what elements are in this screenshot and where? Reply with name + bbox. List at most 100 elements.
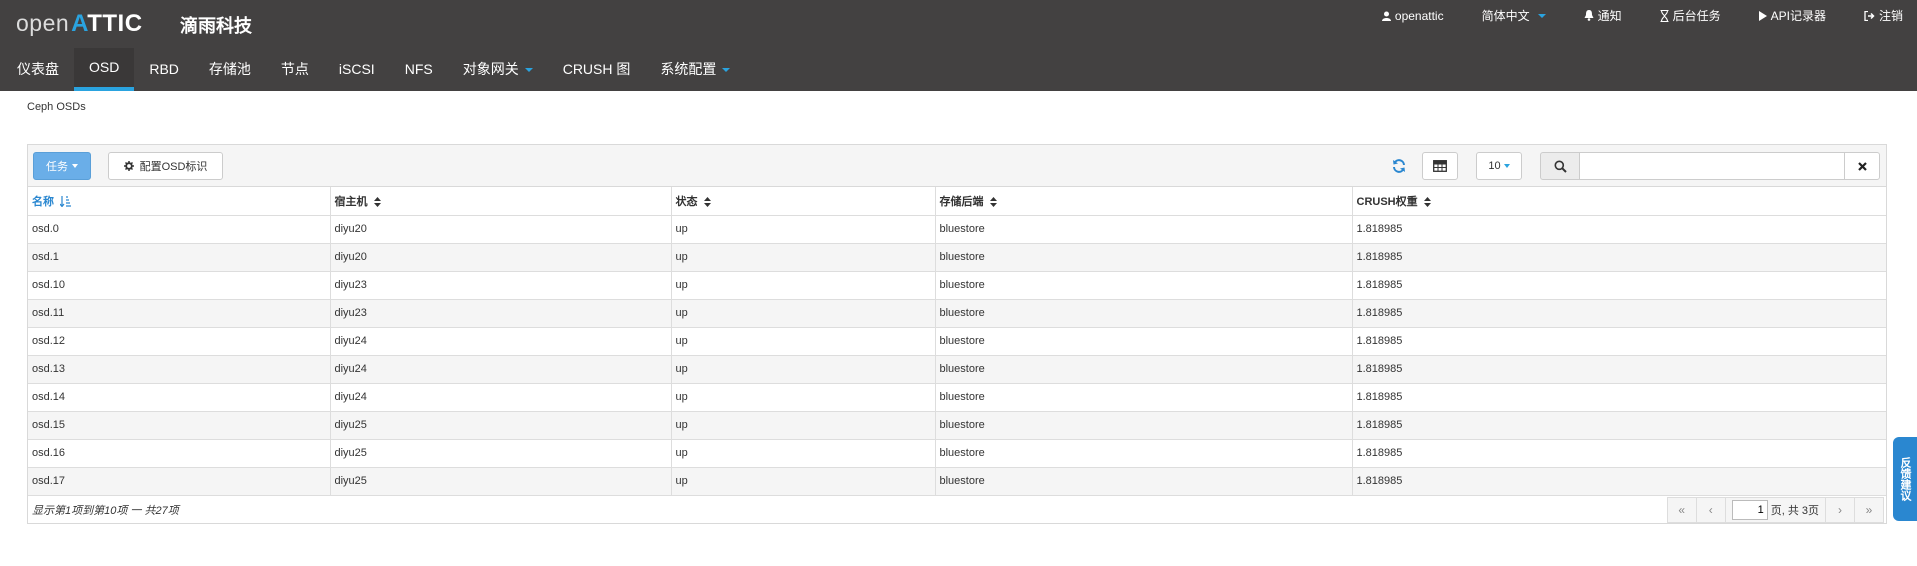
column-header-host[interactable]: 宿主机 (330, 187, 672, 216)
prev-page-button[interactable]: ‹ (1695, 497, 1726, 523)
cell-name: osd.12 (28, 327, 331, 356)
table-row[interactable]: osd.10 diyu23 up bluestore 1.818985 (28, 271, 1886, 300)
cell-status: up (671, 243, 936, 272)
language-label: 简体中文 (1481, 9, 1530, 23)
column-header-name[interactable]: 名称 (28, 187, 331, 216)
page-indicator: 页, 共 3页 (1724, 497, 1826, 523)
cell-crush-weight: 1.818985 (1352, 411, 1886, 440)
cell-host: diyu23 (330, 299, 672, 328)
tab-dashboard[interactable]: 仪表盘 (2, 48, 74, 91)
cell-crush-weight: 1.818985 (1352, 439, 1886, 468)
clear-search-button[interactable] (1844, 152, 1880, 180)
search-addon (1540, 152, 1580, 180)
page-size-dropdown[interactable]: 10 (1476, 152, 1522, 180)
cell-backend: bluestore (935, 355, 1353, 384)
cell-name: osd.13 (28, 355, 331, 384)
column-header-crush-weight[interactable]: CRUSH权重 (1352, 187, 1886, 216)
cell-backend: bluestore (935, 215, 1353, 244)
logout-link[interactable]: 注销 (1864, 7, 1903, 24)
table-row[interactable]: osd.11 diyu23 up bluestore 1.818985 (28, 299, 1886, 328)
cell-status: up (671, 439, 936, 468)
table-header-row: 名称 宿主机 状态 存储后端 CRUSH权重 (28, 187, 1886, 216)
page-number-input[interactable] (1731, 500, 1768, 520)
cell-status: up (671, 327, 936, 356)
header-actions: openattic 简体中文 通知 后台任务 API记录器 注销 (1344, 7, 1903, 24)
background-tasks-label: 后台任务 (1672, 9, 1721, 23)
openattic-logo[interactable]: open ATTIC (16, 10, 143, 38)
chevron-down-icon (1537, 13, 1546, 18)
column-toggle-button[interactable] (1422, 152, 1458, 180)
sign-out-icon (1864, 10, 1875, 21)
search-input[interactable] (1579, 152, 1845, 180)
breadcrumb: Ceph OSDs (27, 101, 86, 113)
table-row[interactable]: osd.14 diyu24 up bluestore 1.818985 (28, 383, 1886, 412)
chevron-down-icon (722, 67, 731, 72)
cell-name: osd.10 (28, 271, 331, 300)
gear-icon (123, 161, 134, 171)
bell-icon (1584, 10, 1594, 21)
tab-nfs[interactable]: NFS (390, 48, 448, 91)
tab-crush-map[interactable]: CRUSH 图 (548, 48, 646, 91)
cell-name: osd.11 (28, 299, 331, 328)
tab-iscsi[interactable]: iSCSI (324, 48, 390, 91)
refresh-button[interactable] (1387, 154, 1411, 178)
cell-status: up (671, 467, 936, 496)
cell-backend: bluestore (935, 467, 1353, 496)
last-page-button[interactable]: » (1854, 497, 1884, 523)
table-row[interactable]: osd.0 diyu20 up bluestore 1.818985 (28, 215, 1886, 244)
tab-rbd[interactable]: RBD (134, 48, 194, 91)
feedback-label: 反馈建议 (1899, 457, 1911, 501)
table-row[interactable]: osd.15 diyu25 up bluestore 1.818985 (28, 411, 1886, 440)
cell-status: up (671, 271, 936, 300)
tab-pools[interactable]: 存储池 (194, 48, 266, 91)
column-header-backend[interactable]: 存储后端 (935, 187, 1353, 216)
cell-crush-weight: 1.818985 (1352, 271, 1886, 300)
cell-name: osd.16 (28, 439, 331, 468)
user-menu[interactable]: openattic (1381, 7, 1444, 24)
cell-name: osd.15 (28, 411, 331, 440)
next-page-button[interactable]: › (1825, 497, 1855, 523)
column-header-status[interactable]: 状态 (671, 187, 936, 216)
tasks-dropdown-button[interactable]: 任务 (33, 152, 91, 180)
double-chevron-left-icon: « (1678, 503, 1686, 517)
tab-nodes[interactable]: 节点 (266, 48, 324, 91)
table-row[interactable]: osd.1 diyu20 up bluestore 1.818985 (28, 243, 1886, 272)
tab-osd[interactable]: OSD (74, 48, 135, 91)
top-header: open ATTIC 滴雨科技 openattic 简体中文 通知 后台任务 A… (0, 0, 1917, 48)
notifications-link[interactable]: 通知 (1584, 7, 1622, 24)
cell-backend: bluestore (935, 271, 1353, 300)
sort-icon (989, 196, 997, 207)
feedback-tab[interactable]: 反馈建议 (1893, 437, 1917, 521)
configure-osd-flags-button[interactable]: 配置OSD标识 (108, 152, 223, 180)
cell-host: diyu24 (330, 355, 672, 384)
cell-crush-weight: 1.818985 (1352, 383, 1886, 412)
cell-name: osd.14 (28, 383, 331, 412)
table-row[interactable]: osd.16 diyu25 up bluestore 1.818985 (28, 439, 1886, 468)
tab-object-gateway[interactable]: 对象网关 (448, 48, 548, 91)
cell-backend: bluestore (935, 243, 1353, 272)
table-row[interactable]: osd.17 diyu25 up bluestore 1.818985 (28, 467, 1886, 496)
api-recorder-link[interactable]: API记录器 (1758, 7, 1826, 24)
background-tasks-link[interactable]: 后台任务 (1660, 7, 1721, 24)
notifications-label: 通知 (1597, 9, 1622, 23)
chevron-right-icon: › (1838, 503, 1842, 517)
chevron-down-icon (72, 164, 78, 168)
sort-icon (1423, 196, 1431, 207)
table-row[interactable]: osd.12 diyu24 up bluestore 1.818985 (28, 327, 1886, 356)
cell-host: diyu24 (330, 327, 672, 356)
tab-system[interactable]: 系统配置 (645, 48, 745, 91)
cell-backend: bluestore (935, 299, 1353, 328)
cell-crush-weight: 1.818985 (1352, 467, 1886, 496)
table-row[interactable]: osd.13 diyu24 up bluestore 1.818985 (28, 355, 1886, 384)
refresh-icon (1393, 159, 1405, 173)
cell-host: diyu25 (330, 467, 672, 496)
cell-backend: bluestore (935, 383, 1353, 412)
main-nav: 仪表盘 OSD RBD 存储池 节点 iSCSI NFS 对象网关 CRUSH … (0, 48, 1917, 91)
cell-host: diyu23 (330, 271, 672, 300)
first-page-button[interactable]: « (1666, 497, 1697, 523)
user-icon (1381, 11, 1391, 21)
language-menu[interactable]: 简体中文 (1482, 7, 1546, 24)
sort-icon (373, 196, 381, 207)
cell-status: up (671, 411, 936, 440)
cell-crush-weight: 1.818985 (1352, 215, 1886, 244)
